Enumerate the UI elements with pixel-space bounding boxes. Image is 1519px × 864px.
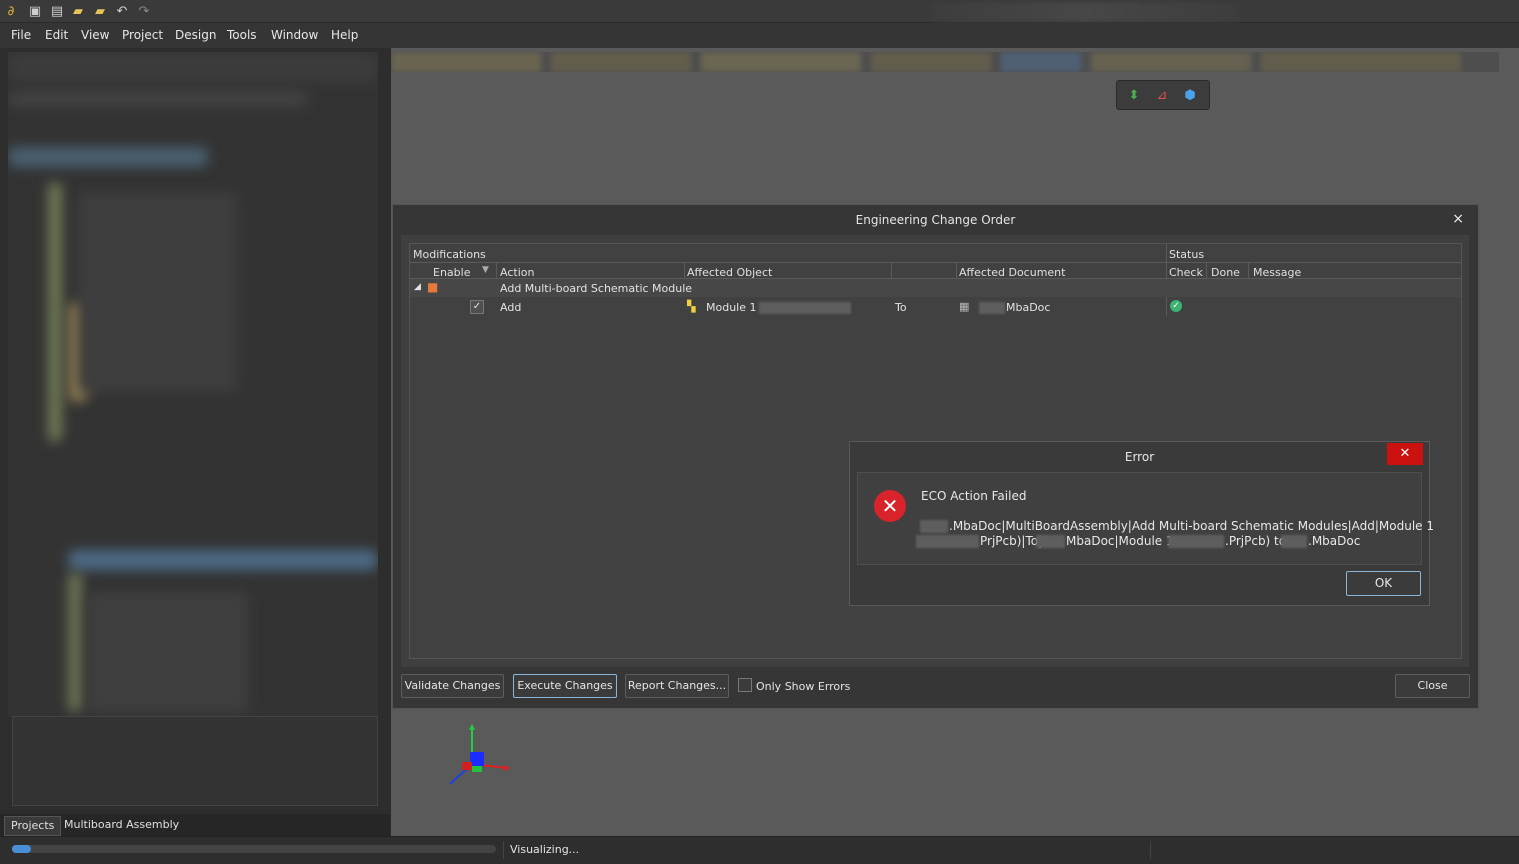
row-affected-document: MbaDoc — [1006, 301, 1051, 314]
axis-gizmo-icon — [449, 724, 510, 785]
group-header-status: Status — [1169, 248, 1205, 261]
redacted-text — [759, 302, 851, 314]
measure-icon[interactable]: ⊿ — [1153, 86, 1171, 104]
menu-view[interactable]: View — [81, 28, 109, 42]
group-header-modifications: Modifications — [413, 248, 486, 261]
ok-button[interactable]: OK — [1346, 571, 1421, 596]
eco-dialog-title: Engineering Change Order — [855, 213, 1016, 227]
module-icon: ▚ — [687, 300, 696, 313]
menu-tools[interactable]: Tools — [227, 28, 257, 42]
redacted-text — [1168, 535, 1224, 548]
redacted-text — [916, 535, 979, 548]
status-text: Visualizing... — [510, 843, 580, 856]
window-title-redacted — [930, 2, 1240, 22]
row-action: Add — [500, 301, 522, 314]
open-folder-icon[interactable]: ▰ — [70, 3, 86, 19]
mba-document-icon: ▦ — [959, 300, 970, 313]
panel-tabs: Projects Multiboard Assembly — [0, 814, 390, 836]
title-bar: ∂ ▣ ▤ ▰ ▰ ↶ ↷ — [0, 0, 1519, 23]
menu-file[interactable]: File — [11, 28, 31, 42]
redacted-text — [1281, 535, 1307, 548]
error-dialog-title: Error — [1124, 450, 1155, 464]
report-changes-button[interactable]: Report Changes... — [625, 674, 729, 698]
status-bar: Visualizing... — [0, 836, 1519, 864]
project-tree-redacted — [8, 52, 378, 717]
document-tabs-redacted — [391, 52, 1499, 72]
menu-bar: File Edit View Project Design Tools Wind… — [0, 23, 1519, 48]
app-logo-icon: ∂ — [7, 3, 15, 19]
error-message-part-d: .MbaDoc — [1308, 534, 1361, 548]
error-message-panel: ✕ ECO Action Failed .MbaDoc|MultiBoardAs… — [857, 472, 1434, 565]
enable-checkbox[interactable]: ✓ — [470, 300, 484, 314]
menu-edit[interactable]: Edit — [45, 28, 68, 42]
redacted-text — [920, 520, 948, 533]
redacted-text — [979, 302, 1005, 314]
group-row[interactable]: ◢ ■ Add Multi-board Schematic Module — [410, 279, 1461, 297]
eco-close-button[interactable]: Close — [1395, 674, 1470, 698]
error-message-part-a: PrjPcb)|To| — [980, 534, 1043, 548]
menu-help[interactable]: Help — [331, 28, 358, 42]
sort-arrow-icon[interactable]: ▼ — [482, 265, 489, 275]
menu-window[interactable]: Window — [271, 28, 318, 42]
error-message-part-c: .PrjPcb) to — [1225, 534, 1287, 548]
group-row-label: Add Multi-board Schematic Module — [500, 282, 693, 295]
row-affected-object: Module 1 — [706, 301, 757, 314]
eco-close-icon[interactable]: × — [1452, 211, 1464, 227]
menu-project[interactable]: Project — [122, 28, 163, 42]
only-show-errors-label: Only Show Errors — [756, 680, 851, 693]
redacted-text — [1036, 535, 1065, 548]
error-dialog: Error ✕ ✕ ECO Action Failed .MbaDoc|Mult… — [849, 441, 1434, 606]
check-ok-icon: ✓ — [1170, 300, 1182, 312]
tab-multiboard-assembly[interactable]: Multiboard Assembly — [58, 816, 185, 834]
error-message-line1: .MbaDoc|MultiBoardAssembly|Add Multi-boa… — [949, 519, 1435, 533]
progress-fill — [12, 845, 31, 853]
only-show-errors-checkbox[interactable] — [738, 678, 752, 692]
folder-icon: ■ — [427, 280, 439, 294]
board-3d-icon[interactable]: ⬢ — [1181, 86, 1199, 104]
panel-empty-area — [12, 716, 378, 806]
save-icon[interactable]: ▣ — [27, 3, 43, 19]
error-message-part-b: MbaDoc|Module 1 — [1066, 534, 1174, 548]
tab-projects[interactable]: Projects — [4, 816, 62, 836]
open-project-icon[interactable]: ▰ — [92, 3, 108, 19]
error-close-icon[interactable]: ✕ — [1387, 443, 1423, 465]
save-all-icon[interactable]: ▤ — [49, 3, 65, 19]
error-icon: ✕ — [874, 490, 906, 522]
table-row[interactable]: ✓ Add ▚ Module 1 To ▦ MbaDoc ✓ — [410, 298, 1461, 316]
expand-toggle-icon[interactable]: ◢ — [414, 282, 421, 292]
menu-design[interactable]: Design — [175, 28, 216, 42]
redo-icon[interactable]: ↷ — [136, 3, 152, 19]
execute-changes-button[interactable]: Execute Changes — [513, 674, 617, 698]
error-heading: ECO Action Failed — [921, 489, 1027, 503]
active-bar-toolbar: ⬍ ⊿ ⬢ — [1116, 80, 1210, 110]
layer-stack-icon[interactable]: ⬍ — [1125, 86, 1143, 104]
validate-changes-button[interactable]: Validate Changes — [401, 674, 504, 698]
progress-bar — [12, 845, 496, 853]
row-to: To — [895, 301, 907, 314]
undo-icon[interactable]: ↶ — [114, 3, 130, 19]
